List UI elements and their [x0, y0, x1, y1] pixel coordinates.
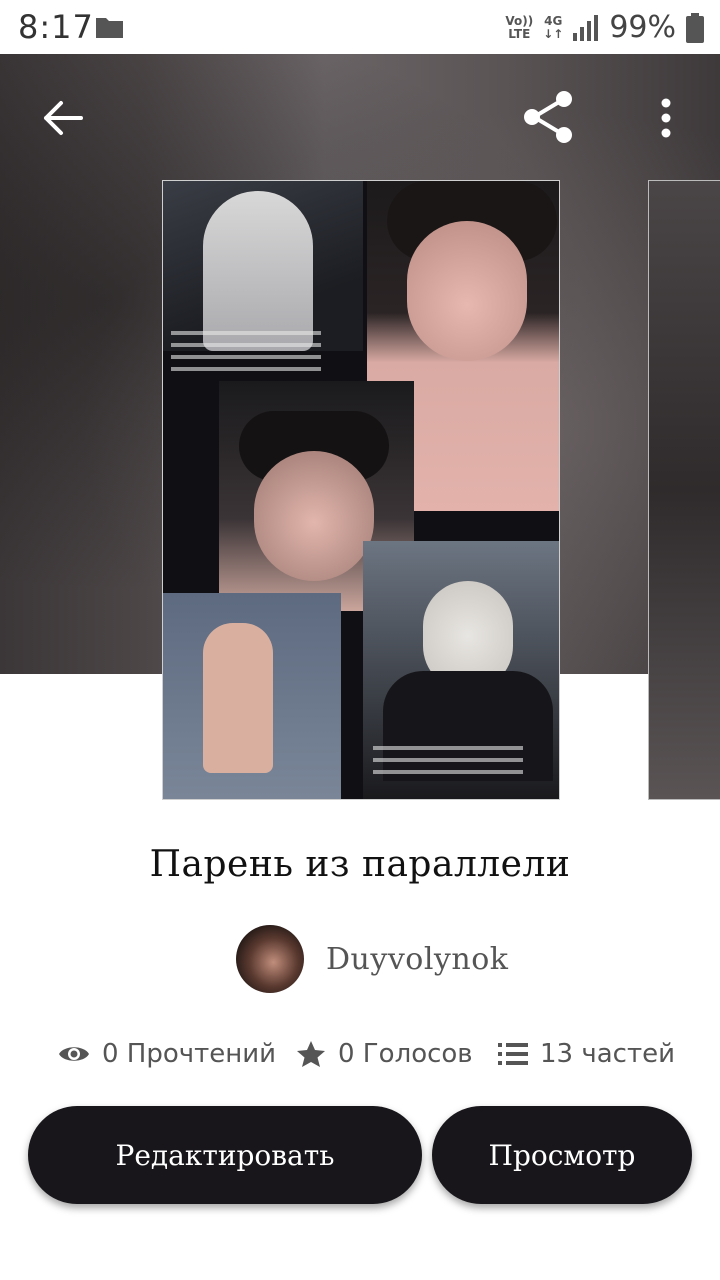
- share-icon: [524, 91, 572, 143]
- cover-text-line: [373, 746, 523, 750]
- star-icon: [297, 1041, 325, 1067]
- volte-indicator: Vo)) LTE: [505, 13, 534, 41]
- parts-count: 13 частей: [540, 1039, 675, 1069]
- network-arrows: ↓↑: [543, 26, 564, 41]
- network-indicator: 4G ↓↑: [543, 13, 564, 41]
- story-title: Парень из параллели: [149, 844, 571, 885]
- next-story-cover[interactable]: [648, 180, 720, 800]
- cover-text-line: [171, 331, 321, 335]
- back-button[interactable]: [28, 88, 98, 148]
- avatar[interactable]: [236, 925, 304, 993]
- cover-photo-4: [163, 593, 341, 799]
- edit-button[interactable]: Редактировать: [28, 1106, 422, 1204]
- share-button[interactable]: [512, 84, 584, 150]
- cover-text-line: [373, 758, 523, 762]
- battery-icon: [686, 12, 704, 43]
- status-bar: 8:17 Vo)) LTE 4G ↓↑ 99%: [0, 0, 720, 54]
- cover-photo-1: [163, 181, 363, 351]
- arrow-left-icon: [44, 101, 83, 135]
- author-name[interactable]: Duyvolynok: [326, 942, 508, 977]
- views-stat: 0 Прочтений: [58, 1039, 276, 1069]
- more-button[interactable]: [644, 92, 688, 144]
- folder-icon: [96, 18, 123, 38]
- story-cover[interactable]: [162, 180, 560, 800]
- battery-percent: 99%: [609, 10, 676, 45]
- cover-text-line: [171, 367, 321, 371]
- status-time: 8:17: [18, 8, 94, 46]
- more-vertical-icon: [661, 98, 671, 138]
- votes-count: 0 Голосов: [338, 1039, 473, 1069]
- votes-stat: 0 Голосов: [296, 1039, 473, 1069]
- list-icon: [498, 1043, 528, 1065]
- network-type: 4G: [544, 13, 563, 28]
- status-indicators: Vo)) LTE 4G ↓↑ 99%: [505, 10, 704, 45]
- story-stats: 0 Прочтений 0 Голосов 13 частей: [58, 1034, 678, 1074]
- views-count: 0 Прочтений: [102, 1039, 277, 1069]
- volte-top: Vo)): [505, 13, 534, 28]
- author-link[interactable]: Duyvolynok: [236, 924, 508, 994]
- signal-icon: [573, 14, 599, 41]
- cover-text-line: [373, 770, 523, 774]
- eye-icon: [59, 1047, 89, 1061]
- parts-stat: 13 частей: [498, 1039, 675, 1069]
- cover-text-line: [171, 355, 321, 359]
- volte-bottom: LTE: [508, 26, 531, 41]
- cover-text-line: [171, 343, 321, 347]
- view-button[interactable]: Просмотр: [432, 1106, 692, 1204]
